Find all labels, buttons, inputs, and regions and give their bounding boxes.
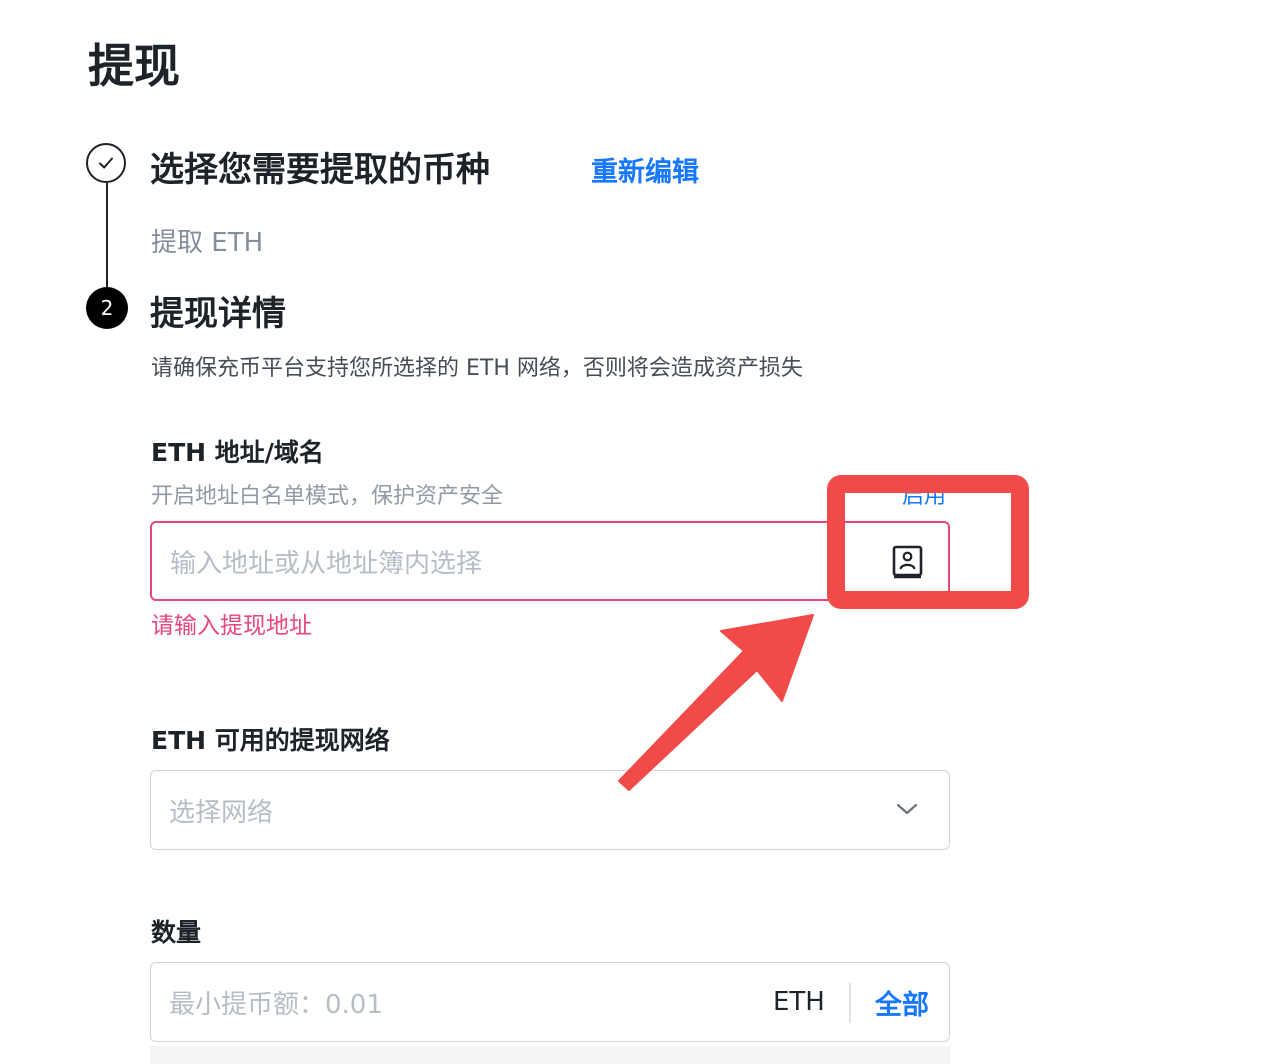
annotation-arrow [618,614,814,791]
